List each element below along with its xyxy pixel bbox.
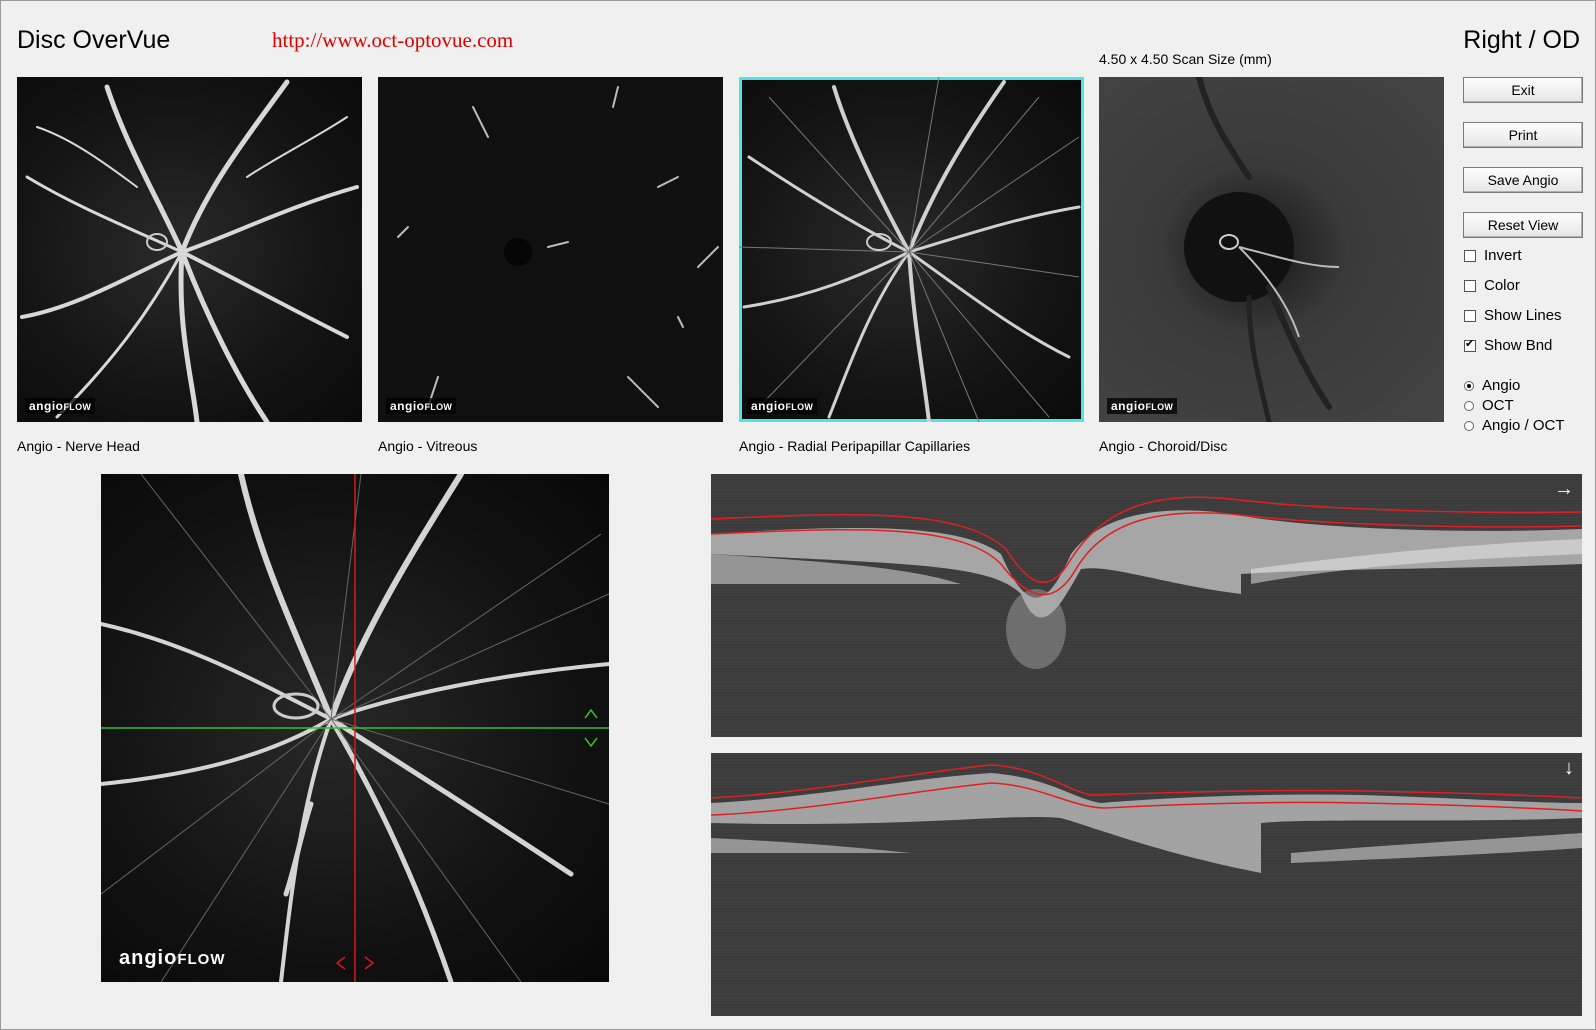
angioflow-logo: angioFLOW [25, 398, 96, 414]
thumbnail-choroid-disc[interactable]: angioFLOW [1099, 77, 1444, 422]
radio-unselected[interactable] [1464, 400, 1474, 411]
checkbox-box[interactable] [1464, 279, 1476, 292]
caption-choroid-disc: Angio - Choroid/Disc [1099, 438, 1228, 454]
checkbox-box[interactable] [1464, 249, 1476, 262]
angioflow-logo: angioFLOW [747, 398, 818, 414]
page-title: Disc OverVue [17, 26, 171, 54]
scan-size-label: 4.50 x 4.50 Scan Size (mm) [1099, 51, 1272, 67]
show-bnd-checkbox[interactable]: Show Bnd [1464, 337, 1552, 354]
bscan-horizontal-image [711, 496, 1582, 669]
checkbox-box[interactable] [1464, 309, 1476, 322]
color-checkbox[interactable]: Color [1464, 277, 1520, 294]
angio-oct-radio[interactable]: Angio / OCT [1464, 417, 1565, 434]
bscan-vertical-image [711, 764, 1582, 873]
radio-selected[interactable] [1464, 380, 1474, 391]
website-url: http://www.oct-optovue.com [272, 28, 514, 52]
bscan-vertical[interactable]: ↓ [711, 753, 1582, 1016]
arrow-right-icon: → [1554, 478, 1574, 500]
exit-button[interactable]: Exit [1463, 77, 1583, 103]
reset-view-button[interactable]: Reset View [1463, 212, 1583, 238]
thumbnail-vitreous[interactable]: angioFLOW [378, 77, 723, 422]
bscan-horizontal[interactable]: → [711, 474, 1582, 737]
invert-checkbox[interactable]: Invert [1464, 247, 1522, 264]
thumbnail-nerve-head[interactable]: angioFLOW [17, 77, 362, 422]
radio-unselected[interactable] [1464, 420, 1474, 431]
vitreous-specks [397, 86, 719, 408]
angioflow-logo: angioFLOW [1107, 398, 1178, 414]
caption-radial-peripapillary: Angio - Radial Peripapillar Capillaries [739, 438, 971, 454]
arrow-down-icon: ↓ [1564, 757, 1574, 779]
thumbnail-radial-peripapillary-capillaries[interactable]: angioFLOW [739, 77, 1084, 422]
angioflow-logo: angioFLOW [119, 947, 226, 969]
choroid-vessels [1184, 77, 1340, 422]
oct-radio[interactable]: OCT [1464, 397, 1514, 414]
save-angio-button[interactable]: Save Angio [1463, 167, 1583, 193]
caption-vitreous: Angio - Vitreous [378, 438, 478, 454]
enface-vessels [101, 474, 609, 982]
caption-nerve-head: Angio - Nerve Head [17, 438, 140, 454]
enface-angio-view[interactable]: angioFLOW [101, 474, 609, 982]
angioflow-logo: angioFLOW [386, 398, 457, 414]
nerve-head-vessels [20, 79, 359, 422]
capillary-vessels [739, 77, 1081, 422]
angio-radio[interactable]: Angio [1464, 377, 1520, 394]
show-lines-checkbox[interactable]: Show Lines [1464, 307, 1562, 324]
print-button[interactable]: Print [1463, 122, 1583, 148]
checkbox-box-checked[interactable] [1464, 337, 1476, 352]
eye-label: Right / OD [1463, 26, 1580, 54]
